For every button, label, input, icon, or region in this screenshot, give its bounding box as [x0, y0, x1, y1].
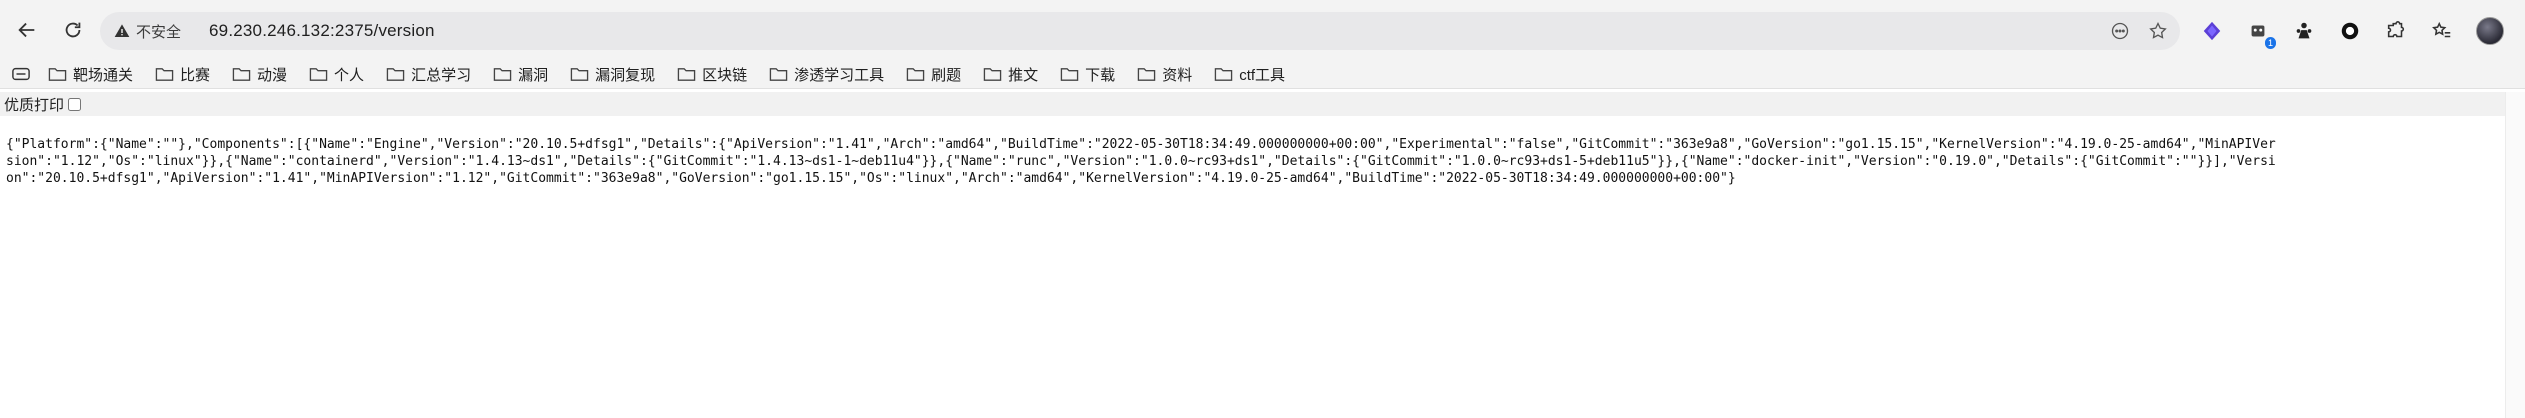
reload-icon: [65, 22, 81, 38]
folder-icon: [769, 68, 788, 81]
bookmark-folder[interactable]: 比赛: [155, 64, 210, 85]
bookmark-label: 推文: [1008, 66, 1039, 84]
bookmark-label: ctf工具: [1239, 66, 1286, 84]
folder-icon: [1060, 68, 1079, 81]
bookmark-folder[interactable]: 漏洞: [493, 64, 548, 85]
extensions-button[interactable]: [2384, 19, 2408, 43]
extension-robot[interactable]: 1: [2246, 19, 2276, 49]
ring-icon: [2341, 22, 2359, 40]
bookmarks-bar: 靶场通关 比赛 动漫 个人 汇总学习 漏洞 漏洞复现 区块链 渗透学习工具 刷题…: [0, 60, 2525, 88]
bookmark-label: 靶场通关: [73, 66, 134, 84]
pretty-print-bar: 优质打印: [0, 92, 2509, 116]
folder-icon: [906, 68, 925, 81]
security-indicator[interactable]: 不安全: [114, 21, 181, 42]
bookmark-label: 动漫: [257, 66, 288, 84]
folder-icon: [570, 68, 589, 81]
bookmark-folder[interactable]: 下载: [1060, 64, 1115, 85]
bookmark-star-icon[interactable]: [2148, 21, 2168, 41]
people-icon: [2296, 22, 2312, 39]
tab-group-button[interactable]: [12, 67, 30, 81]
bookmark-folder[interactable]: 漏洞复现: [570, 64, 655, 85]
bookmark-folder[interactable]: 个人: [309, 64, 364, 85]
folder-icon: [155, 68, 174, 81]
bookmark-label: 汇总学习: [411, 66, 472, 84]
bookmark-folder[interactable]: 刷题: [906, 64, 961, 85]
folder-icon: [1137, 68, 1156, 81]
bookmark-label: 个人: [334, 66, 365, 84]
page-scrollbar[interactable]: [2505, 92, 2525, 418]
bookmark-folder[interactable]: ctf工具: [1214, 64, 1285, 85]
browser-window: 不安全 69.230.246.132:2375/version 1 靶场通关 比…: [0, 0, 2525, 418]
reload-button[interactable]: [54, 11, 92, 49]
folder-icon: [48, 68, 67, 81]
address-bar[interactable]: 不安全 69.230.246.132:2375/version: [100, 12, 2180, 50]
more-options-circle-icon[interactable]: [2110, 21, 2130, 41]
folder-icon: [677, 68, 696, 81]
bookmark-label: 漏洞复现: [595, 66, 656, 84]
folder-icon: [232, 68, 251, 81]
bookmark-label: 下载: [1085, 66, 1116, 84]
bookmark-label: 资料: [1162, 66, 1193, 84]
bookmark-folder[interactable]: 靶场通关: [48, 64, 133, 85]
bookmark-label: 区块链: [702, 66, 748, 84]
bookmark-label: 比赛: [180, 66, 211, 84]
folder-icon: [386, 68, 405, 81]
bookmark-folder[interactable]: 推文: [983, 64, 1038, 85]
json-response-text: {"Platform":{"Name":""},"Components":[{"…: [6, 137, 2276, 186]
bookmark-folder[interactable]: 动漫: [232, 64, 287, 85]
purple-diamond-icon: [2203, 21, 2221, 41]
extension-ring[interactable]: [2338, 19, 2362, 43]
bookmark-folder[interactable]: 渗透学习工具: [769, 64, 884, 85]
bookmark-folder[interactable]: 资料: [1137, 64, 1192, 85]
folder-icon: [983, 68, 1002, 81]
bookmark-label: 渗透学习工具: [794, 66, 885, 84]
bookmark-folder[interactable]: 汇总学习: [386, 64, 471, 85]
warning-triangle-icon: [114, 24, 130, 37]
extension-people[interactable]: [2292, 19, 2316, 43]
back-arrow-icon: [18, 22, 35, 38]
extensions-area: 1: [2200, 12, 2504, 50]
tab-group-icon: [12, 67, 30, 81]
bookmark-label: 刷题: [931, 66, 962, 84]
folder-icon: [493, 68, 512, 81]
security-label: 不安全: [136, 23, 182, 41]
folder-icon: [1214, 68, 1233, 81]
favorites-button[interactable]: [2430, 19, 2454, 43]
bookmark-folder[interactable]: 区块链: [677, 64, 747, 85]
pretty-print-label: 优质打印: [4, 96, 65, 114]
url-text[interactable]: 69.230.246.132:2375/version: [209, 21, 435, 41]
toolbar-divider: [0, 88, 2525, 89]
star-list-icon: [2432, 21, 2451, 38]
extension-purple[interactable]: [2200, 19, 2224, 43]
pretty-print-checkbox[interactable]: [68, 97, 82, 111]
profile-avatar[interactable]: [2476, 17, 2504, 45]
browser-toolbar: 不安全 69.230.246.132:2375/version 1: [0, 0, 2525, 60]
bookmark-label: 漏洞: [518, 66, 549, 84]
back-button[interactable]: [8, 11, 46, 49]
puzzle-icon: [2387, 21, 2405, 38]
extension-badge: 1: [2264, 37, 2276, 49]
folder-icon: [309, 68, 328, 81]
